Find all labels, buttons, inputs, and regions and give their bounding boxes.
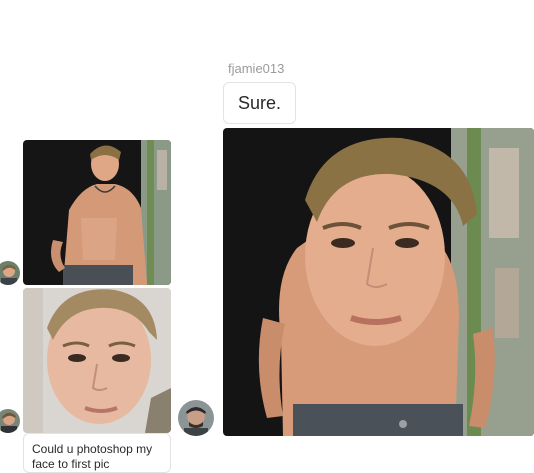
sender-avatar[interactable] (0, 261, 20, 285)
avatar-image (178, 400, 214, 436)
shared-photo-face[interactable] (23, 288, 171, 433)
avatar-image (0, 409, 20, 433)
sender-avatar-second[interactable] (0, 409, 20, 433)
reply-message-text: Sure. (237, 93, 282, 113)
shirtless-photo-image (23, 140, 171, 285)
sender-username: fjamie013 (228, 61, 285, 76)
face-photo-image (23, 288, 171, 433)
request-message-bubble[interactable]: Could u photoshop my face to first pic (23, 433, 171, 473)
reply-message-bubble[interactable]: Sure. (223, 82, 296, 124)
shared-photo-edited[interactable] (223, 128, 534, 436)
recipient-avatar[interactable] (178, 400, 214, 436)
edited-photo-image (223, 128, 534, 436)
avatar-image (0, 261, 20, 285)
shared-photo-shirtless[interactable] (23, 140, 171, 285)
request-message-text: Could u photoshop my face to first pic (32, 442, 153, 471)
